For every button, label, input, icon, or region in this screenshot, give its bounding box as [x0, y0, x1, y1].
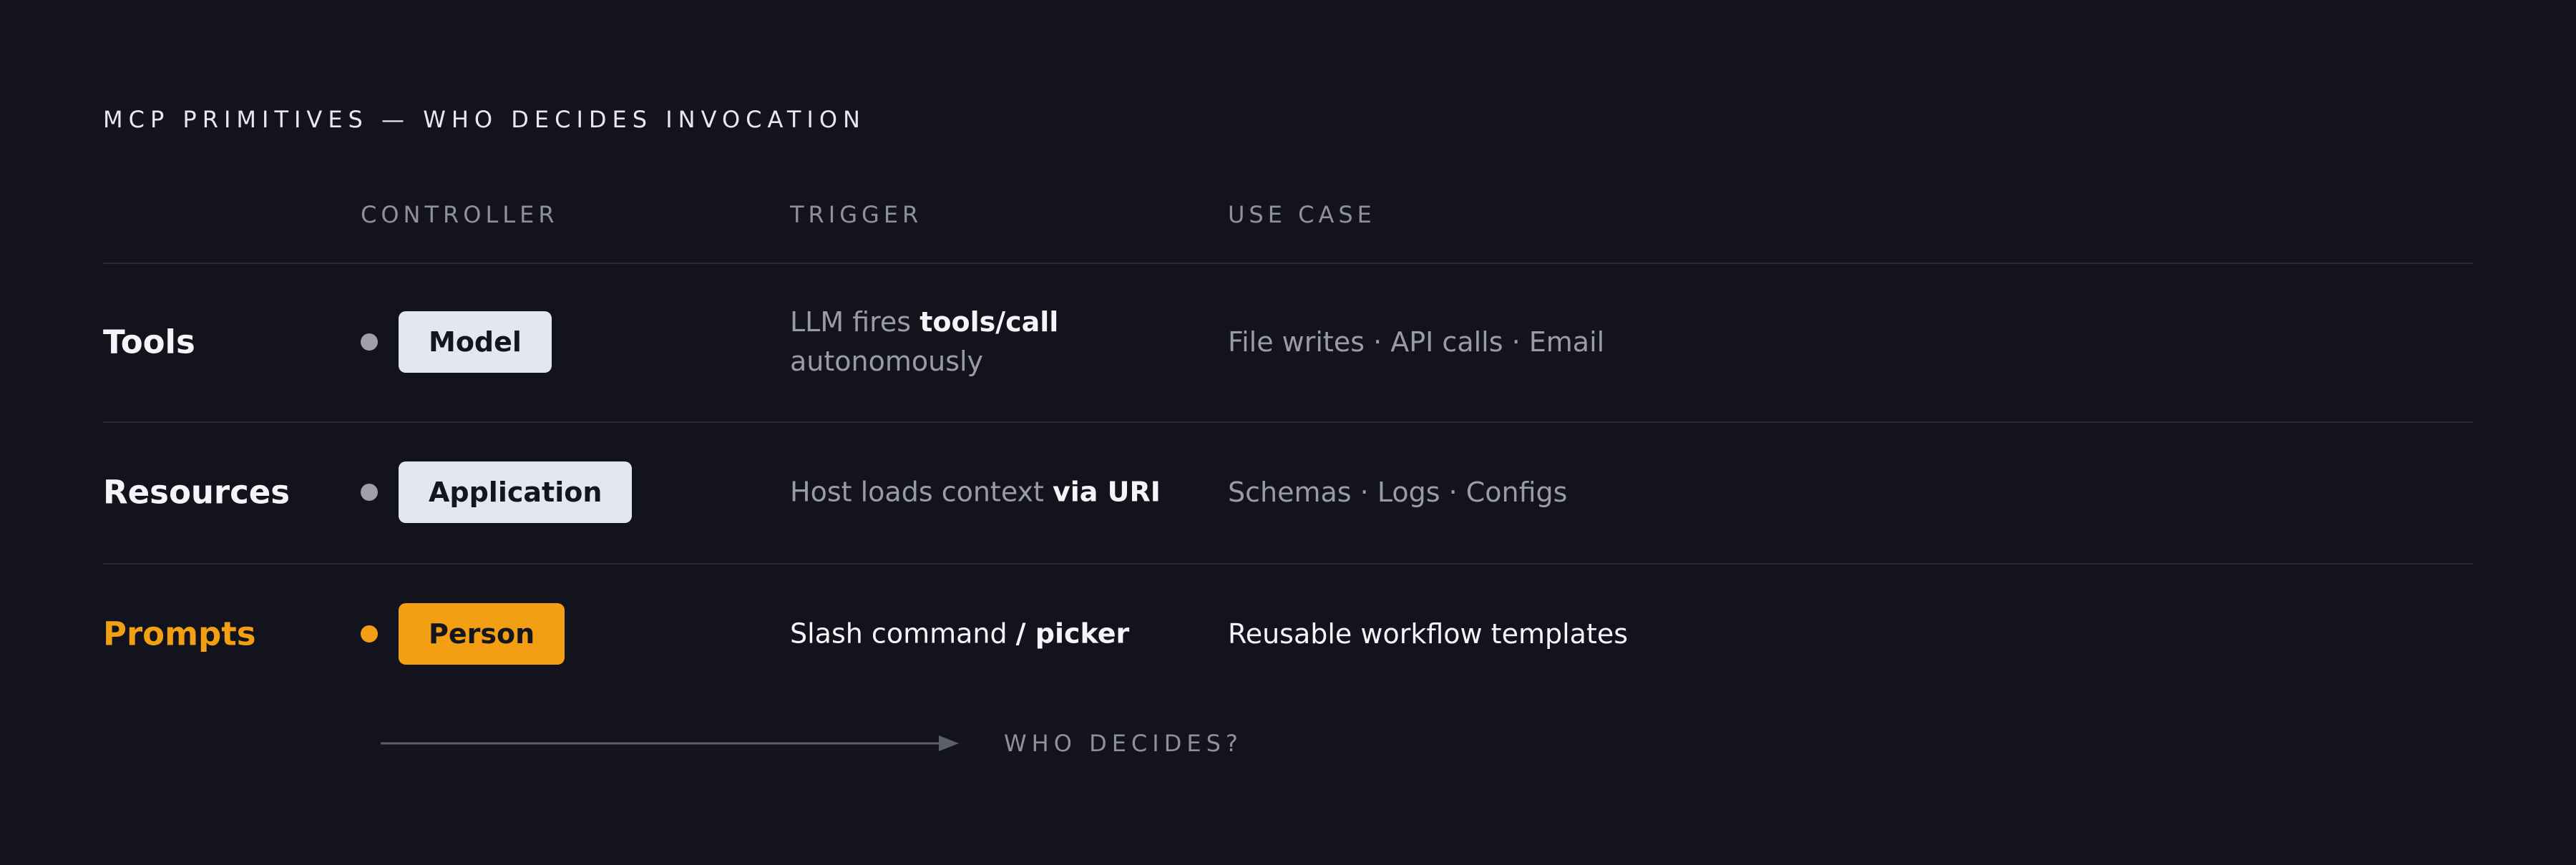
- trigger-lead: Host loads context: [790, 476, 1053, 508]
- use-case-prompts: Reusable workflow templates: [1228, 618, 1629, 650]
- trigger-lead: Slash command: [790, 617, 1016, 650]
- trigger-strong: / picker: [1015, 617, 1130, 650]
- row-name-prompts: Prompts: [103, 615, 256, 653]
- trigger-resources: Host loads context via URI: [790, 473, 1161, 512]
- controller-pill-model: Model: [399, 311, 552, 373]
- header-divider: [103, 263, 2473, 264]
- controller-pill-person: Person: [399, 603, 565, 665]
- controller-dot: [361, 625, 378, 642]
- trigger-strong: via URI: [1053, 476, 1161, 508]
- trigger-strong: tools/call: [919, 306, 1059, 338]
- controller-pill-application: Application: [399, 461, 633, 523]
- row-divider: [103, 563, 2473, 565]
- column-header-use-case: USE CASE: [1228, 201, 1376, 228]
- axis-label: WHO DECIDES?: [1004, 730, 1243, 757]
- use-case-tools: File writes · API calls · Email: [1228, 326, 1605, 358]
- column-header-controller: CONTROLLER: [361, 201, 559, 228]
- use-case-resources: Schemas · Logs · Configs: [1228, 477, 1568, 508]
- trigger-lead: LLM fires: [790, 306, 920, 338]
- kicker-title: MCP PRIMITIVES — WHO DECIDES INVOCATION: [103, 106, 866, 133]
- column-header-trigger: TRIGGER: [790, 201, 923, 228]
- row-name-tools: Tools: [103, 323, 195, 361]
- axis-arrow-icon: [381, 736, 959, 751]
- trigger-tools: LLM fires tools/call autonomously: [790, 303, 1058, 381]
- controller-dot: [361, 333, 378, 351]
- trigger-tail: autonomously: [790, 346, 984, 377]
- row-divider: [103, 421, 2473, 423]
- row-name-resources: Resources: [103, 473, 291, 512]
- controller-dot: [361, 484, 378, 501]
- trigger-prompts: Slash command / picker: [790, 615, 1129, 654]
